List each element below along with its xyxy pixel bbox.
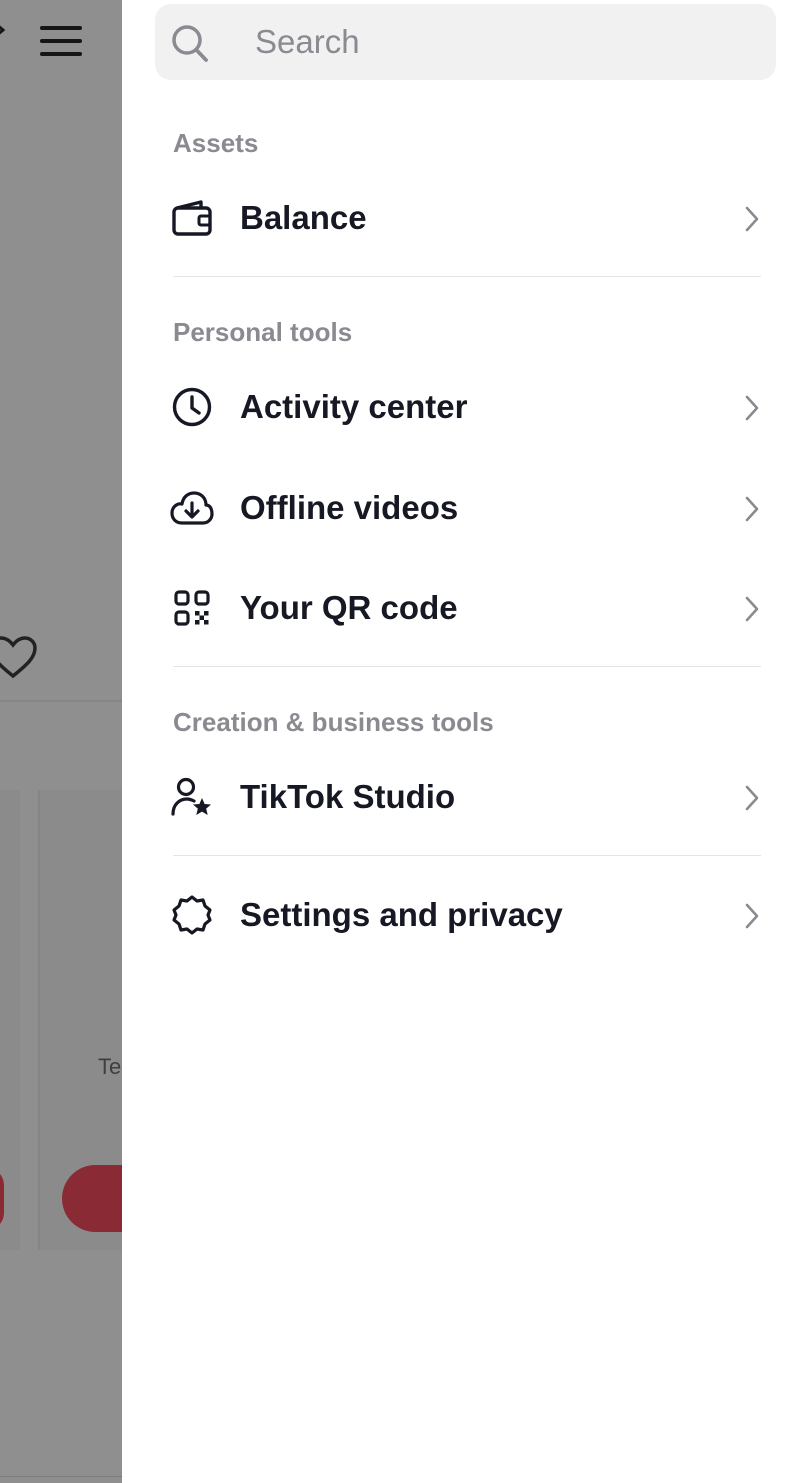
- menu-item-settings-privacy[interactable]: Settings and privacy: [170, 875, 762, 955]
- user-star-icon: [170, 775, 214, 819]
- menu-item-label: Offline videos: [240, 489, 459, 526]
- back-arrow-icon: [0, 25, 6, 35]
- chevron-right-icon: [745, 596, 759, 622]
- side-drawer: Assets Balance Personal tools Activity c…: [122, 0, 810, 1483]
- section-title-assets: Assets: [173, 128, 259, 158]
- cloud-download-icon: [170, 486, 214, 530]
- chevron-right-icon: [745, 785, 759, 811]
- section-title-personal-tools: Personal tools: [173, 317, 353, 347]
- menu-item-label: Your QR code: [240, 589, 458, 626]
- background-partial-text: Te: [98, 1054, 122, 1079]
- background-divider: [0, 1476, 122, 1477]
- background-red-button: [62, 1165, 122, 1232]
- menu-item-balance[interactable]: Balance: [170, 178, 762, 258]
- menu-item-tiktok-studio[interactable]: TikTok Studio: [170, 757, 762, 837]
- section-divider: [173, 666, 761, 667]
- qr-code-icon: [170, 586, 214, 630]
- chevron-right-icon: [745, 496, 759, 522]
- chevron-right-icon: [745, 395, 759, 421]
- section-divider: [173, 276, 761, 277]
- search-input[interactable]: [255, 4, 755, 80]
- menu-item-label: Balance: [240, 199, 367, 236]
- heart-icon: [0, 636, 37, 679]
- search-bar[interactable]: [155, 4, 776, 80]
- menu-item-qr-code[interactable]: Your QR code: [170, 568, 762, 648]
- wallet-icon: [170, 196, 214, 240]
- clock-icon: [170, 385, 214, 429]
- section-title-creation-business: Creation & business tools: [173, 707, 494, 737]
- chevron-right-icon: [745, 206, 759, 232]
- menu-item-label: TikTok Studio: [240, 778, 456, 815]
- menu-item-offline-videos[interactable]: Offline videos: [170, 468, 762, 548]
- menu-item-activity-center[interactable]: Activity center: [170, 367, 762, 447]
- menu-item-label: Settings and privacy: [240, 896, 563, 933]
- hamburger-menu-icon[interactable]: [40, 24, 84, 58]
- background-divider: [0, 700, 122, 702]
- section-divider: [173, 855, 761, 856]
- background-app-overlay[interactable]: Te: [0, 0, 122, 1483]
- gear-icon: [170, 893, 214, 937]
- chevron-right-icon: [745, 903, 759, 929]
- menu-item-label: Activity center: [240, 388, 468, 425]
- search-icon: [172, 25, 208, 62]
